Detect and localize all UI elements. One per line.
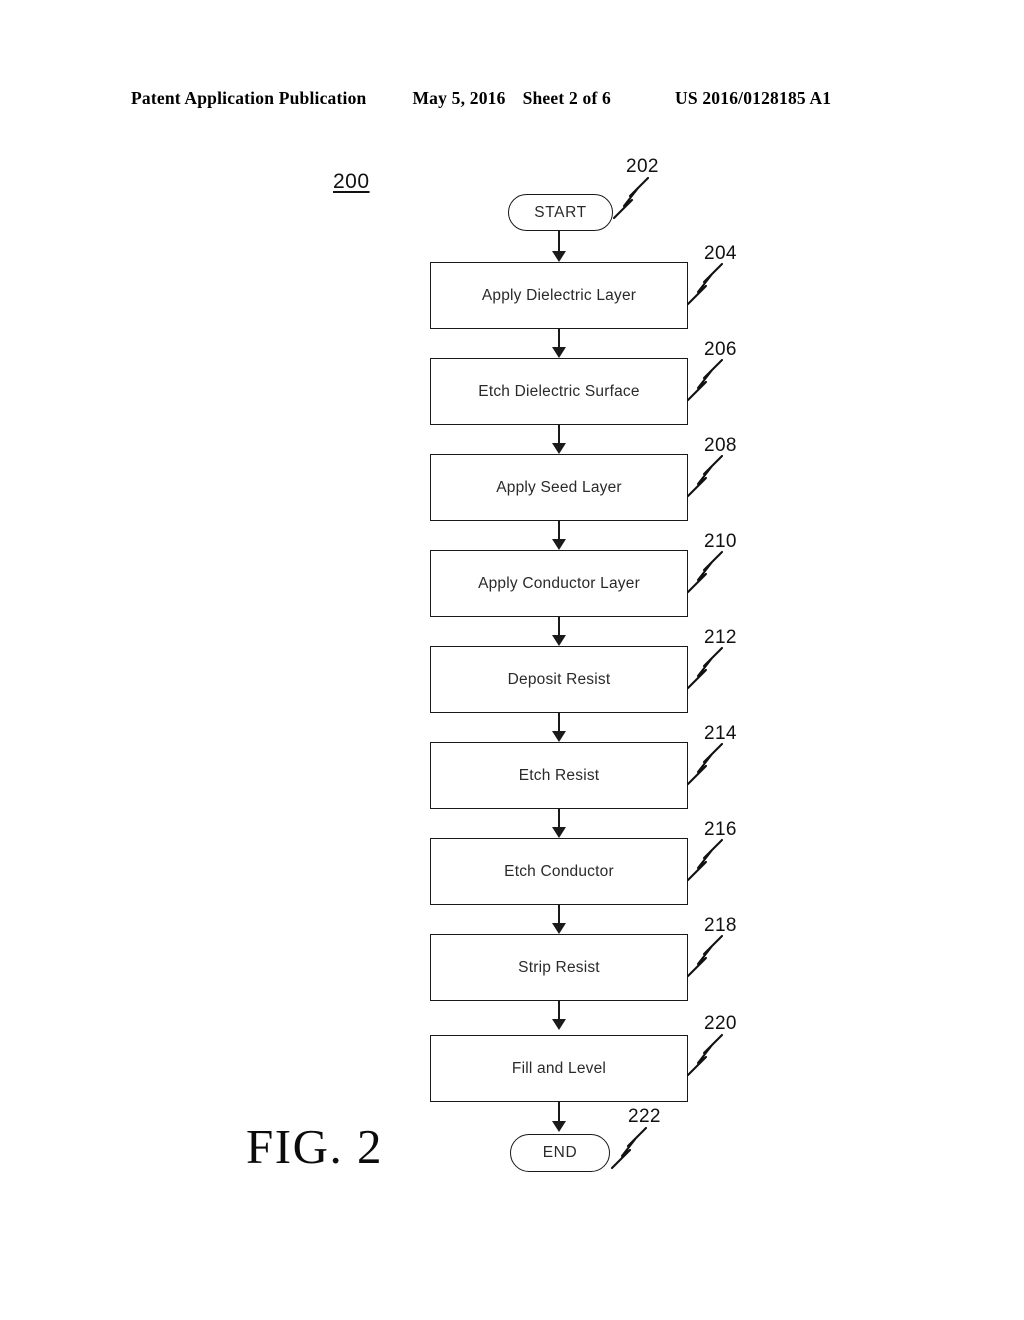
leader-line-210 xyxy=(686,550,724,594)
ref-numeral-222: 222 xyxy=(628,1106,661,1127)
leader-line-212 xyxy=(686,646,724,690)
flow-node-start-label: START xyxy=(534,203,587,221)
leader-line-208 xyxy=(686,454,724,498)
leader-line-218 xyxy=(686,934,724,978)
connector-216-218 xyxy=(558,905,560,925)
ref-numeral-202: 202 xyxy=(626,156,659,177)
arrowhead-204-206 xyxy=(552,347,566,358)
flow-node-etch-dielectric-surface: Etch Dielectric Surface xyxy=(430,358,688,425)
flow-node-apply-conductor-layer: Apply Conductor Layer xyxy=(430,550,688,617)
connector-210-212 xyxy=(558,617,560,637)
connector-208-210 xyxy=(558,521,560,541)
connector-218-220 xyxy=(558,1001,560,1021)
flow-node-apply-conductor-layer-label: Apply Conductor Layer xyxy=(478,574,640,592)
flow-node-start: START xyxy=(508,194,613,231)
flow-node-strip-resist: Strip Resist xyxy=(430,934,688,1001)
arrowhead-216-218 xyxy=(552,923,566,934)
leader-line-220 xyxy=(686,1033,724,1077)
flow-node-apply-seed-layer-label: Apply Seed Layer xyxy=(496,478,622,496)
leader-line-214 xyxy=(686,742,724,786)
connector-206-208 xyxy=(558,425,560,445)
arrowhead-202-204 xyxy=(552,251,566,262)
flow-node-apply-seed-layer: Apply Seed Layer xyxy=(430,454,688,521)
arrowhead-210-212 xyxy=(552,635,566,646)
connector-204-206 xyxy=(558,329,560,349)
diagram-id-label: 200 xyxy=(333,170,370,193)
leader-line-216 xyxy=(686,838,724,882)
flow-node-apply-dielectric-layer: Apply Dielectric Layer xyxy=(430,262,688,329)
flow-node-etch-resist: Etch Resist xyxy=(430,742,688,809)
arrowhead-220-222 xyxy=(552,1121,566,1132)
figure-caption: FIG. 2 xyxy=(246,1119,383,1174)
flow-node-etch-dielectric-surface-label: Etch Dielectric Surface xyxy=(478,382,640,400)
flow-node-apply-dielectric-layer-label: Apply Dielectric Layer xyxy=(481,286,637,304)
flow-node-end-label: END xyxy=(542,1144,578,1161)
ref-numeral-220: 220 xyxy=(704,1013,737,1034)
connector-220-222 xyxy=(558,1102,560,1123)
leader-line-222 xyxy=(610,1126,648,1170)
arrowhead-214-216 xyxy=(552,827,566,838)
flow-node-end: END xyxy=(510,1134,610,1172)
flow-node-deposit-resist: Deposit Resist xyxy=(430,646,688,713)
flow-node-etch-conductor-label: Etch Conductor xyxy=(504,862,614,880)
leader-line-202 xyxy=(612,176,650,220)
arrowhead-218-220 xyxy=(552,1019,566,1030)
leader-line-204 xyxy=(686,262,724,306)
flowchart-figure: 200 START 202 Apply Dielectric Layer 204… xyxy=(0,0,1024,1320)
flow-node-strip-resist-label: Strip Resist xyxy=(518,958,600,976)
connector-212-214 xyxy=(558,713,560,733)
flow-node-fill-and-level: Fill and Level xyxy=(430,1035,688,1102)
connector-214-216 xyxy=(558,809,560,829)
flow-node-deposit-resist-label: Deposit Resist xyxy=(507,670,611,688)
arrowhead-212-214 xyxy=(552,731,566,742)
flow-node-etch-resist-label: Etch Resist xyxy=(518,766,600,784)
arrowhead-208-210 xyxy=(552,539,566,550)
flow-node-etch-conductor: Etch Conductor xyxy=(430,838,688,905)
flow-node-fill-and-level-label: Fill and Level xyxy=(511,1059,607,1077)
arrowhead-206-208 xyxy=(552,443,566,454)
leader-line-206 xyxy=(686,358,724,402)
